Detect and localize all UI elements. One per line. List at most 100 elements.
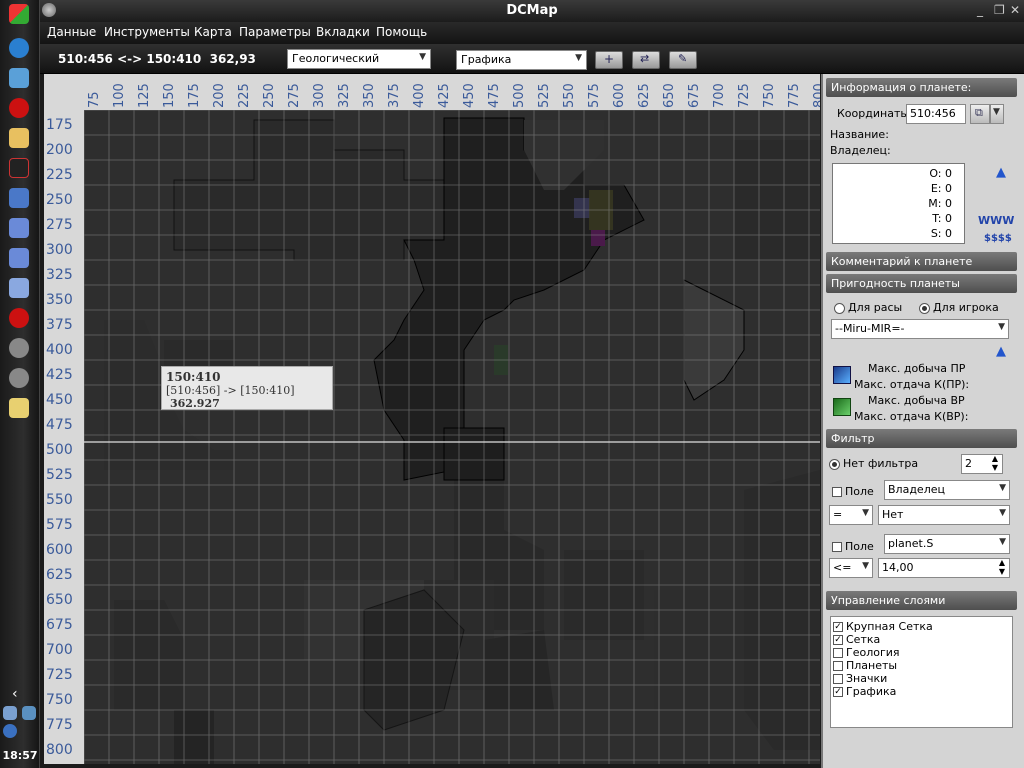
menu-map[interactable]: Карта xyxy=(194,25,232,39)
dcmap-icon[interactable] xyxy=(9,338,29,358)
suitability-header[interactable]: Пригодность планеты xyxy=(826,274,1017,293)
op2-select[interactable]: <= ▼ xyxy=(829,558,873,578)
mode-select[interactable]: Графика ▼ xyxy=(456,50,587,70)
chevron-down-icon: ▼ xyxy=(998,322,1005,332)
opera-icon[interactable] xyxy=(9,98,29,118)
menu-help[interactable]: Помощь xyxy=(376,25,427,39)
x-tick-label: 325 xyxy=(337,83,352,108)
y-tick-label: 475 xyxy=(46,417,73,433)
no-filter-radio-control[interactable] xyxy=(829,458,840,470)
layer-checkbox[interactable] xyxy=(833,674,843,684)
x-tick-label: 100 xyxy=(112,83,127,108)
radio-player[interactable]: Для игрока xyxy=(919,301,999,314)
radio-race[interactable]: Для расы xyxy=(834,301,902,314)
field1-checkbox-control[interactable] xyxy=(832,487,842,497)
language-icon[interactable] xyxy=(3,724,17,738)
comment-header[interactable]: Комментарий к планете xyxy=(826,252,1017,271)
y-tick-label: 675 xyxy=(46,617,73,633)
planet-info-header[interactable]: Информация о планете: xyxy=(826,78,1017,97)
layer-row-large-grid[interactable]: ✓ Крупная Сетка xyxy=(833,620,1010,633)
menu-tabs[interactable]: Вкладки xyxy=(316,25,370,39)
owner-label: Владелец: xyxy=(830,144,891,157)
arrow-up-icon[interactable]: ▲ xyxy=(996,344,1006,359)
field2-select[interactable]: planet.S ▼ xyxy=(884,534,1010,554)
window-icon[interactable] xyxy=(9,188,29,208)
name-label: Название: xyxy=(830,128,889,141)
edit-button[interactable]: ✎ xyxy=(669,51,697,69)
layer-row-graphics[interactable]: ✓ Графика xyxy=(833,685,1010,698)
distance-readout: 510:456 <-> 150:410 362,93 xyxy=(58,52,256,66)
layer-label: Крупная Сетка xyxy=(846,620,933,633)
opera-icon[interactable] xyxy=(9,308,29,328)
x-tick-label: 75 xyxy=(87,91,102,108)
field1-select[interactable]: Владелец ▼ xyxy=(884,480,1010,500)
browser-icon[interactable] xyxy=(9,38,29,58)
layer-checkbox[interactable]: ✓ xyxy=(833,622,843,632)
chevron-down-icon: ▼ xyxy=(862,561,869,571)
layer-row-planets[interactable]: Планеты xyxy=(833,659,1010,672)
calculator-icon[interactable] xyxy=(9,278,29,298)
layer-type-select[interactable]: Геологический ▼ xyxy=(287,49,431,69)
field2-checkbox-control[interactable] xyxy=(832,542,842,552)
layer-checkbox[interactable]: ✓ xyxy=(833,635,843,645)
folder-icon[interactable] xyxy=(9,128,29,148)
arrow-up-icon[interactable]: ▲ xyxy=(996,165,1006,180)
x-tick-label: 425 xyxy=(437,83,452,108)
minimize-button[interactable]: _ xyxy=(977,3,983,17)
route-icon: ⇄ xyxy=(640,52,650,65)
tooltip-distance: 362.927 xyxy=(170,397,220,410)
map-view[interactable]: 75 100 125 150 175 200 225 250 275 300 325 350 375 40… xyxy=(44,74,820,764)
copy-button[interactable]: ⧉ xyxy=(970,104,990,124)
value2-spinner[interactable]: 14,00 ▲ ▼ xyxy=(878,558,1010,578)
restore-button[interactable]: ❐ xyxy=(994,3,1005,17)
planet-marker xyxy=(574,198,590,218)
layer-row-geology[interactable]: Геология xyxy=(833,646,1010,659)
layer-checkbox[interactable] xyxy=(833,648,843,658)
planet-marker xyxy=(591,230,605,246)
grid-icon[interactable] xyxy=(9,248,29,268)
layer-checkbox[interactable]: ✓ xyxy=(833,687,843,697)
add-button[interactable]: + xyxy=(595,51,623,69)
x-tick-label: 300 xyxy=(312,83,327,108)
network-icon[interactable] xyxy=(3,706,17,720)
route-button[interactable]: ⇄ xyxy=(632,51,660,69)
rdc-icon[interactable] xyxy=(9,158,29,178)
layer-row-grid[interactable]: ✓ Сетка xyxy=(833,633,1010,646)
field1-checkbox[interactable]: Поле xyxy=(832,485,874,498)
chevron-left-icon[interactable]: ‹ xyxy=(12,686,18,702)
player-select[interactable]: --Miru-MIR=- ▼ xyxy=(831,319,1009,339)
copy-dropdown-button[interactable]: ▼ xyxy=(990,104,1004,124)
filter-header[interactable]: Фильтр xyxy=(826,429,1017,448)
menu-data[interactable]: Данные xyxy=(47,25,96,39)
no-filter-radio[interactable]: Нет фильтра xyxy=(829,457,918,470)
edit-icon[interactable] xyxy=(9,398,29,418)
chevron-down-icon: ▼ xyxy=(419,52,426,62)
layer-row-icons[interactable]: Значки xyxy=(833,672,1010,685)
max-pr-label: Макс. добыча ПР xyxy=(868,362,966,375)
filter-count-spinner[interactable]: 2 ▲ ▼ xyxy=(961,454,1003,474)
x-tick-label: 175 xyxy=(187,83,202,108)
op1-select[interactable]: = ▼ xyxy=(829,505,873,525)
layer-checkbox[interactable] xyxy=(833,661,843,671)
x-tick-label: 200 xyxy=(212,83,227,108)
value1-select[interactable]: Нет ▼ xyxy=(878,505,1010,525)
dcmap-icon[interactable] xyxy=(9,368,29,388)
close-button[interactable]: ✕ xyxy=(1010,3,1020,17)
menu-tools[interactable]: Инструменты xyxy=(104,25,190,39)
www-icon[interactable]: WWW xyxy=(978,214,1014,227)
radio-race-control[interactable] xyxy=(834,302,845,314)
spinner-arrows-icon: ▲ ▼ xyxy=(998,558,1005,576)
map-canvas[interactable] xyxy=(84,110,820,764)
money-icon[interactable]: $$$$ xyxy=(984,233,1012,244)
layers-header[interactable]: Управление слоями xyxy=(826,591,1017,610)
menu-settings[interactable]: Параметры xyxy=(239,25,311,39)
x-tick-label: 475 xyxy=(487,83,502,108)
start-icon[interactable] xyxy=(9,4,29,24)
field2-checkbox[interactable]: Поле xyxy=(832,540,874,553)
coordinates-input[interactable]: 510:456 xyxy=(906,104,966,124)
radio-player-control[interactable] xyxy=(919,302,930,314)
app-icon[interactable] xyxy=(9,68,29,88)
table-icon[interactable] xyxy=(9,218,29,238)
user-icon[interactable] xyxy=(22,706,36,720)
y-tick-label: 250 xyxy=(46,192,73,208)
